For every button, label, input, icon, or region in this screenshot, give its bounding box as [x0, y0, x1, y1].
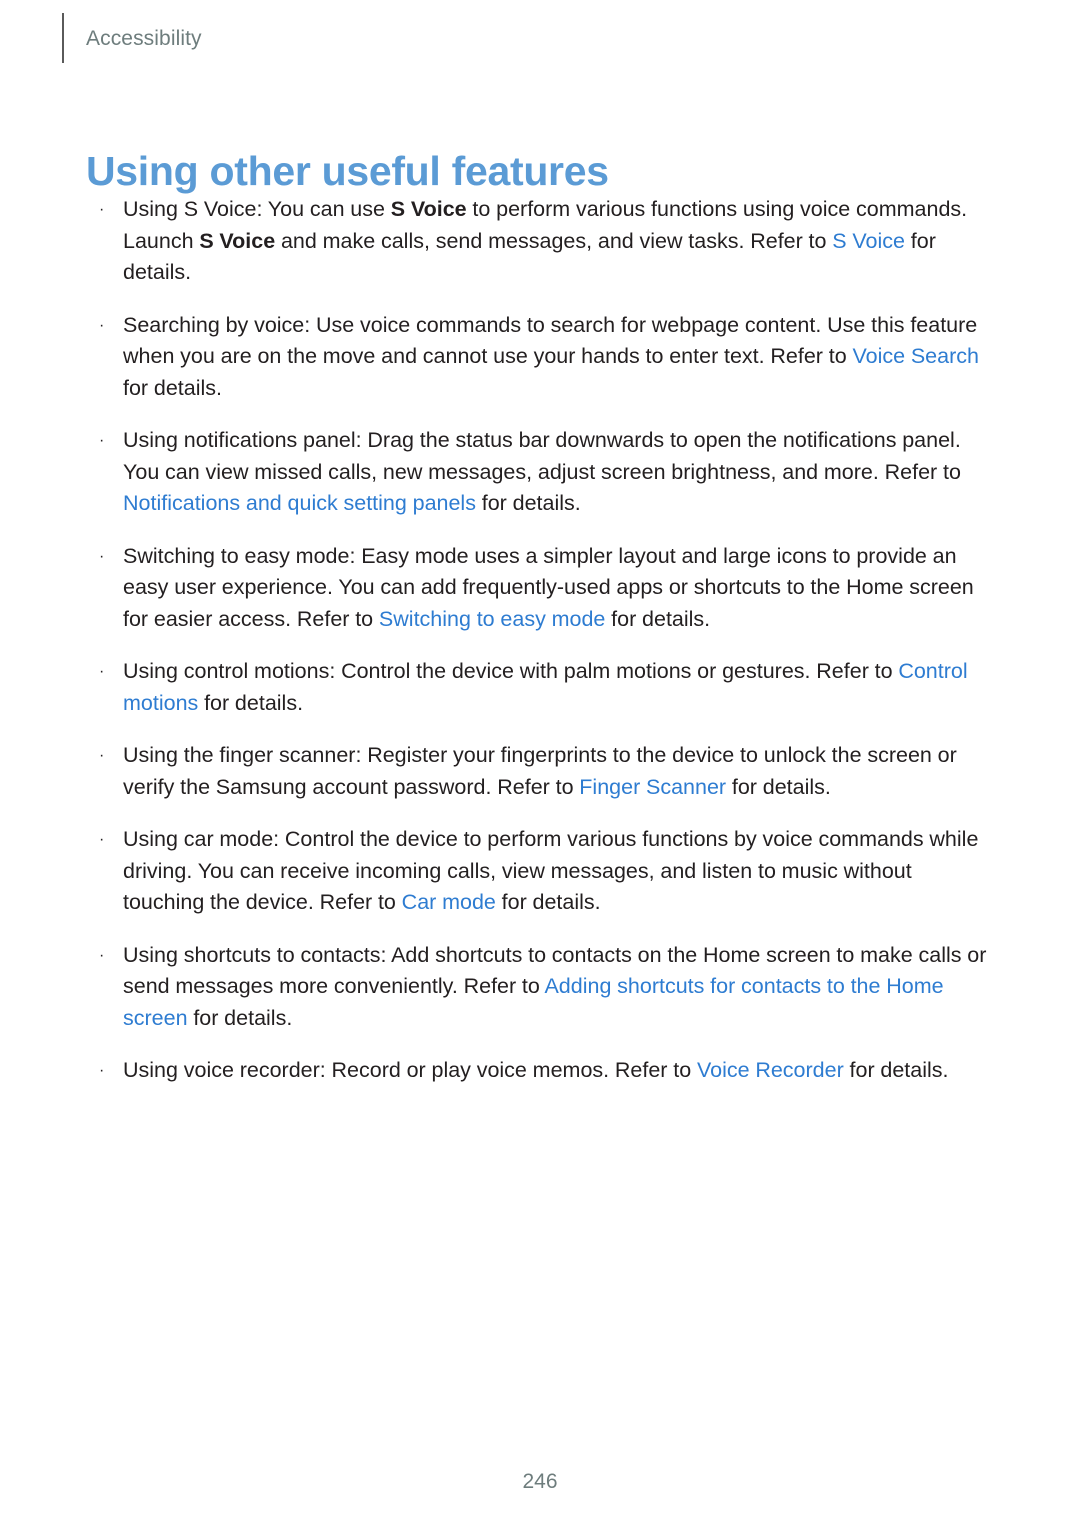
bullet-marker-icon: ·: [99, 201, 105, 218]
vertical-rule-icon: [62, 13, 64, 63]
bullet-marker-icon: ·: [99, 946, 105, 964]
list-item: · Using voice recorder: Record or play vo…: [96, 1055, 998, 1087]
list-item: · Switching to easy mode: Easy mode uses …: [96, 541, 998, 636]
emphasis-text: S Voice: [390, 197, 467, 221]
body-text: for details.: [726, 774, 831, 799]
cross-reference-link[interactable]: Notifications and quick setting panels: [123, 491, 476, 515]
cross-reference-link[interactable]: Finger Scanner: [579, 775, 726, 799]
cross-reference-link[interactable]: S Voice: [832, 229, 905, 253]
body-text: for details.: [843, 1058, 949, 1082]
bullet-marker-icon: ·: [99, 663, 105, 680]
list-item: · Using the finger scanner: Register your…: [96, 740, 998, 803]
cross-reference-link[interactable]: Voice Search: [852, 344, 979, 368]
body-text: Using the finger scanner: Register your …: [123, 743, 957, 799]
body-text: Searching by voice: Use voice commands t…: [123, 312, 978, 369]
list-item: · Using S Voice: You can use S Voice to p…: [96, 194, 998, 289]
bullet-marker-icon: ·: [99, 547, 105, 565]
page-number: 246: [522, 1470, 558, 1493]
list-item: · Using notifications panel: Drag the sta…: [96, 425, 998, 520]
body-text: for details.: [475, 491, 581, 515]
list-item-text: Searching by voice: Use voice commands t…: [123, 310, 998, 405]
list-item-text: Switching to easy mode: Easy mode uses a…: [123, 541, 998, 636]
body-text: Using notifications panel: Drag the stat…: [123, 428, 961, 484]
page-title: Using other useful features: [86, 148, 609, 195]
bullet-marker-icon: ·: [99, 747, 105, 764]
body-text: and make calls, send messages, and view …: [275, 228, 833, 253]
list-item: · Using car mode: Control the device to p…: [96, 824, 998, 919]
body-text: for details.: [495, 890, 601, 914]
bullet-list: · Using S Voice: You can use S Voice to p…: [96, 194, 998, 1087]
body-text: Using control motions: Control the devic…: [123, 659, 899, 683]
list-item-text: Using S Voice: You can use S Voice to pe…: [123, 194, 998, 289]
breadcrumb: Accessibility: [86, 26, 202, 50]
list-item-text: Using control motions: Control the devic…: [123, 656, 998, 719]
body-text: for details.: [123, 375, 222, 400]
body-text: Using voice recorder: Record or play voi…: [123, 1058, 697, 1082]
body-text: for details.: [605, 606, 711, 631]
bullet-marker-icon: ·: [99, 316, 105, 334]
page-running-header: Accessibility: [62, 12, 202, 64]
bullet-marker-icon: ·: [99, 1062, 105, 1079]
list-item: · Searching by voice: Use voice commands …: [96, 310, 998, 405]
emphasis-text: S Voice: [199, 228, 276, 253]
list-item-text: Using notifications panel: Drag the stat…: [123, 425, 998, 520]
list-item-text: Using car mode: Control the device to pe…: [123, 824, 998, 919]
body-text: for details.: [187, 1005, 293, 1030]
body-text: for details.: [198, 690, 304, 715]
list-item: · Using control motions: Control the devi…: [96, 656, 998, 719]
body-text: Using S Voice: You can use: [123, 197, 391, 221]
bullet-marker-icon: ·: [99, 432, 105, 449]
cross-reference-link[interactable]: Voice Recorder: [697, 1058, 844, 1082]
cross-reference-link[interactable]: Switching to easy mode: [379, 607, 605, 631]
cross-reference-link[interactable]: Car mode: [402, 890, 496, 914]
list-item-text: Using the finger scanner: Register your …: [123, 740, 998, 803]
bullet-marker-icon: ·: [99, 831, 105, 848]
list-item-text: Using voice recorder: Record or play voi…: [123, 1055, 998, 1087]
list-item: · Using shortcuts to contacts: Add shortc…: [96, 940, 998, 1035]
list-item-text: Using shortcuts to contacts: Add shortcu…: [123, 940, 998, 1035]
